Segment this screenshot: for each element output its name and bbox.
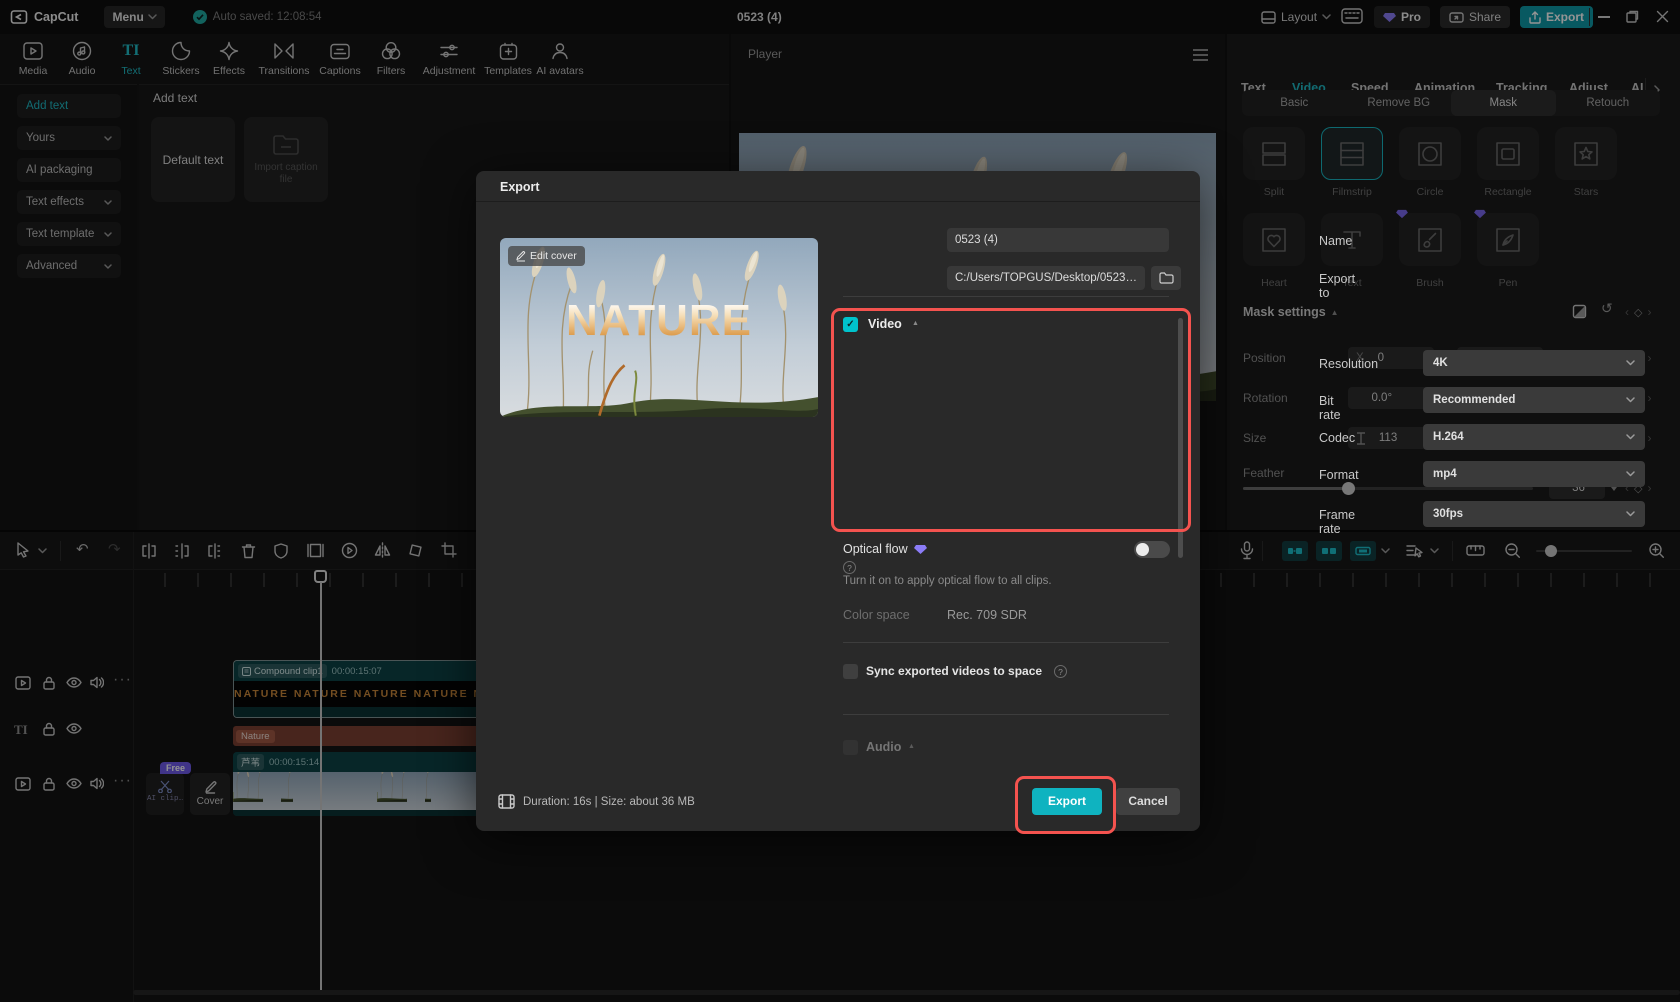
folder-icon [1158,272,1174,284]
edit-cover-button[interactable]: Edit cover [508,246,585,266]
edit-pencil-icon [516,250,526,261]
browse-folder-button[interactable] [1151,266,1181,290]
name-value: 0523 (4) [955,234,998,246]
color-space-value: Rec. 709 SDR [947,608,1027,622]
chevron-down-icon [1626,511,1635,517]
format-select[interactable]: mp4 [1423,461,1645,487]
chevron-down-icon [1626,397,1635,403]
dialog-title: Export [500,180,540,194]
bitrate-label: Bit rate [1319,394,1341,422]
bitrate-value: Recommended [1433,394,1516,406]
export-to-label: Export to [1319,272,1356,300]
cancel-label: Cancel [1128,794,1168,808]
sync-checkbox[interactable] [843,664,858,679]
export-summary: Duration: 16s | Size: about 36 MB [498,794,695,809]
resolution-label: Resolution [1319,357,1379,371]
name-input[interactable]: 0523 (4) [947,228,1169,252]
format-value: mp4 [1433,468,1457,480]
help-icon[interactable]: ? [1054,665,1067,678]
collapse-up-icon[interactable]: ▲ [908,743,915,750]
audio-section-label: Audio [866,740,902,754]
export-path-input[interactable]: C:/Users/TOPGUS/Desktop/0523 (4)… [947,266,1145,290]
annotation-box-video-settings [831,308,1191,532]
capcut-app: CapCut Menu Auto saved: 12:08:54 0523 (4… [0,0,1680,1002]
film-icon [498,794,515,809]
pro-diamond-icon [913,544,927,554]
export-path-value: C:/Users/TOPGUS/Desktop/0523 (4)… [955,272,1137,284]
chevron-down-icon [1626,434,1635,440]
bitrate-select[interactable]: Recommended [1423,387,1645,413]
sync-label: Sync exported videos to space [866,664,1043,678]
chevron-down-icon [1626,360,1635,366]
codec-label: Codec [1319,431,1356,445]
codec-value: H.264 [1433,431,1464,443]
name-label: Name [1319,234,1353,248]
audio-checkbox[interactable] [843,740,858,755]
optical-flow-toggle[interactable] [1134,541,1170,558]
chevron-down-icon [1626,471,1635,477]
resolution-select[interactable]: 4K [1423,350,1645,376]
framerate-select[interactable]: 30fps [1423,501,1645,527]
framerate-value: 30fps [1433,508,1464,520]
cover-preview: NATURE Edit cover [500,238,818,417]
color-space-label: Color space [843,608,910,622]
edit-cover-label: Edit cover [530,250,577,262]
framerate-label: Frame rate [1319,508,1356,536]
cancel-button[interactable]: Cancel [1116,788,1180,815]
resolution-value: 4K [1433,357,1448,369]
cover-nature-text: NATURE [500,296,818,346]
dialog-header: Export [476,171,1200,202]
optical-flow-label: Optical flow [843,542,908,556]
help-icon[interactable]: ? [843,561,856,574]
optical-flow-row: Optical flow [843,542,927,556]
optical-flow-hint: Turn it on to apply optical flow to all … [843,575,1052,587]
format-label: Format [1319,468,1359,482]
codec-select[interactable]: H.264 [1423,424,1645,450]
duration-size-text: Duration: 16s | Size: about 36 MB [523,795,695,808]
annotation-box-export-button [1015,776,1116,834]
